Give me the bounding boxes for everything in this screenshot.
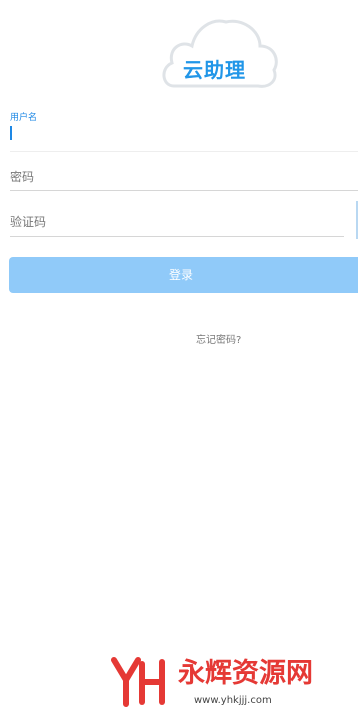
captcha-placeholder: 验证码: [10, 215, 47, 229]
app-logo: 云助理: [160, 8, 280, 92]
username-underline: [10, 151, 358, 152]
watermark: 永辉资源网 www.yhkjjj.com: [108, 654, 348, 714]
password-field[interactable]: 密码: [10, 166, 358, 196]
username-field[interactable]: 用户名: [10, 114, 358, 154]
text-cursor: [10, 126, 12, 140]
login-button[interactable]: 登录: [9, 257, 358, 293]
password-underline: [10, 190, 358, 191]
captcha-field[interactable]: 验证码: [10, 211, 344, 241]
app-logo-text: 云助理: [183, 58, 246, 82]
watermark-title: 永辉资源网: [178, 658, 313, 689]
password-placeholder: 密码: [10, 170, 35, 184]
yh-monogram-icon: [111, 657, 165, 707]
watermark-url: www.yhkjjj.com: [194, 695, 272, 706]
login-button-label: 登录: [168, 268, 193, 282]
username-label: 用户名: [10, 113, 38, 123]
captcha-underline: [10, 236, 344, 237]
forgot-password-link[interactable]: 忘记密码?: [196, 336, 241, 346]
